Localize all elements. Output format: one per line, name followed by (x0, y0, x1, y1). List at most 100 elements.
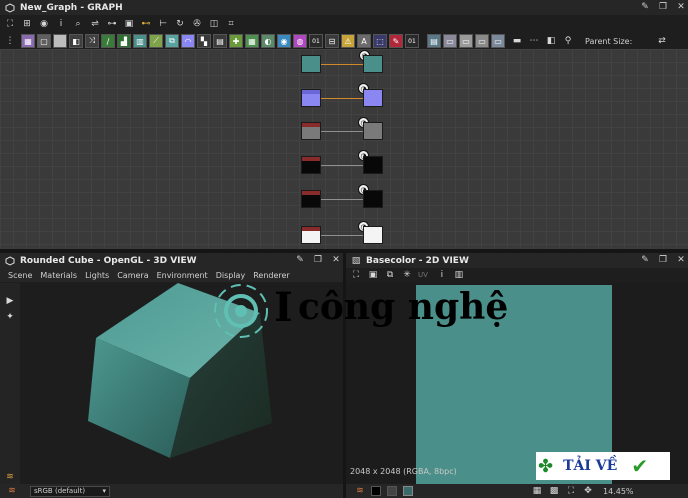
frame-node-icon[interactable]: ⊟ (325, 34, 339, 48)
tiling-icon[interactable]: ✳ (401, 269, 413, 281)
view2d-title-bar: ▧ Basecolor - 2D VIEW ✎ ❐ ✕ (346, 253, 688, 268)
pixel-node-icon[interactable]: ▦ (245, 34, 259, 48)
transform-node-icon[interactable]: ◠ (181, 34, 195, 48)
pin-tool-icon[interactable]: ⚲ (562, 35, 574, 47)
close-icon[interactable]: ✕ (676, 253, 686, 268)
preview-node-icon[interactable]: ▤ (427, 34, 441, 48)
hierarchy-icon[interactable]: ⊢ (157, 18, 169, 30)
maximize-icon[interactable]: ❐ (658, 0, 668, 15)
gradient-node-icon[interactable]: ⟋ (149, 34, 163, 48)
color-node-icon[interactable]: ◍ (293, 34, 307, 48)
graph-node-teal-out[interactable] (363, 55, 383, 73)
graph-canvas[interactable]: ◔ ◔ ◔ ◔ ◔ ◔ (0, 49, 688, 249)
paint-node-icon[interactable]: ✎ (389, 34, 403, 48)
video-camera-icon[interactable]: ▶ (4, 295, 16, 307)
graph-node-gray-out[interactable] (363, 122, 383, 140)
normal-node-icon[interactable]: ✚ (229, 34, 243, 48)
menu-display[interactable]: Display (216, 271, 246, 280)
black-swatch[interactable] (371, 486, 381, 496)
close-icon[interactable]: ✕ (331, 253, 341, 268)
pin-icon[interactable]: ✎ (295, 253, 305, 268)
light-bulb-icon[interactable]: ✦ (4, 311, 16, 323)
levels-node-icon[interactable]: ▟ (117, 34, 131, 48)
graph-node-gray-src[interactable] (301, 122, 321, 140)
emboss-node-icon[interactable]: ◐ (261, 34, 275, 48)
graph-node-white-out[interactable] (363, 226, 383, 244)
gray-swatch[interactable] (387, 486, 397, 496)
graph-node-black-src[interactable] (301, 156, 321, 174)
grid-icon[interactable]: ▦ (531, 485, 543, 497)
value-node-icon[interactable]: 01 (309, 34, 323, 48)
frame-icon[interactable]: ⛶ (4, 18, 16, 30)
menu-lights[interactable]: Lights (85, 271, 109, 280)
frame-all-icon[interactable]: ⊞ (21, 18, 33, 30)
menu-renderer[interactable]: Renderer (253, 271, 290, 280)
output-node-icon[interactable]: 01 (405, 34, 419, 48)
graph-node-purple-src[interactable] (301, 89, 321, 107)
hsl-node-icon[interactable]: ▥ (133, 34, 147, 48)
info-icon[interactable]: i (55, 18, 67, 30)
menu-camera[interactable]: Camera (117, 271, 148, 280)
layers-icon[interactable]: ≋ (4, 471, 16, 483)
channels-node-icon[interactable]: ▤ (213, 34, 227, 48)
menu-scene[interactable]: Scene (8, 271, 32, 280)
screenshot-icon[interactable]: ◫ (208, 18, 220, 30)
curve-node-icon[interactable]: ∕ (101, 34, 115, 48)
blur-node-icon[interactable]: ◉ (277, 34, 291, 48)
connect-icon[interactable]: ⊷ (140, 18, 152, 30)
view-mode-icon[interactable] (403, 486, 413, 496)
fxmap-node-icon[interactable]: ▚ (197, 34, 211, 48)
graph-node-icon[interactable]: ▭ (491, 34, 505, 48)
channel-label[interactable]: UV (418, 271, 428, 279)
pin-icon[interactable]: ✎ (640, 253, 650, 268)
uniform-node-icon[interactable] (53, 34, 67, 48)
graph-node-black2-src[interactable] (301, 190, 321, 208)
camera-icon[interactable]: ◉ (38, 18, 50, 30)
fit-view-icon[interactable]: ⛶ (565, 485, 577, 497)
graph-node-purple-out[interactable] (363, 89, 383, 107)
svg-node-icon[interactable]: ▭ (475, 34, 489, 48)
bitmap-node-icon[interactable]: ▭ (459, 34, 473, 48)
pixel-grid-icon[interactable]: ▩ (548, 485, 560, 497)
graph-toolbar-1: ⛶ ⊞ ◉ i ⌕ ⇌ ⊶ ▣ ⊷ ⊢ ↻ ✇ ◫ ⌗ (4, 16, 242, 31)
search-icon[interactable]: ⌕ (72, 18, 84, 30)
selection-node-icon[interactable]: ⬚ (373, 34, 387, 48)
histogram-icon[interactable]: ▥ (453, 269, 465, 281)
fit-icon[interactable]: ⛶ (350, 269, 362, 281)
menu-materials[interactable]: Materials (40, 271, 77, 280)
shuffle-node-icon[interactable]: ⤨ (85, 34, 99, 48)
copy-icon[interactable]: ⧉ (384, 269, 396, 281)
close-icon[interactable]: ✕ (676, 0, 686, 15)
info-icon[interactable]: i (436, 269, 448, 281)
colorspace-select[interactable]: sRGB (default) ▾ (30, 486, 110, 497)
maximize-icon[interactable]: ❐ (658, 253, 668, 268)
pin-icon[interactable]: ✎ (640, 0, 650, 15)
chain-icon[interactable]: ⇄ (656, 35, 668, 47)
atomic-node-icon[interactable]: ▦ (21, 34, 35, 48)
pan-icon[interactable]: ✥ (582, 485, 594, 497)
save-icon[interactable]: ▣ (367, 269, 379, 281)
graph-wire (321, 165, 363, 166)
refresh-icon[interactable]: ↻ (174, 18, 186, 30)
image-node-icon[interactable]: ▢ (37, 34, 51, 48)
link-icon[interactable]: ⇌ (89, 18, 101, 30)
warp-node-icon[interactable]: ⧉ (165, 34, 179, 48)
graph-node-black-out[interactable] (363, 156, 383, 174)
dots-icon[interactable]: ⋯ (528, 35, 540, 47)
frame-tool-icon[interactable]: ◧ (545, 35, 557, 47)
crop-icon[interactable]: ⌗ (225, 18, 237, 30)
warning-node-icon[interactable]: ⚠ (341, 34, 355, 48)
tools-icon[interactable]: ✇ (191, 18, 203, 30)
graph-node-white-src[interactable] (301, 226, 321, 244)
blend-node-icon[interactable]: ◧ (69, 34, 83, 48)
comment-icon[interactable]: ▬ (511, 35, 523, 47)
input-node-icon[interactable]: ▭ (443, 34, 457, 48)
graph-node-black2-out[interactable] (363, 190, 383, 208)
tree-icon[interactable]: ⊶ (106, 18, 118, 30)
maximize-icon[interactable]: ❐ (313, 253, 323, 268)
text-node-icon[interactable]: A (357, 34, 371, 48)
graph-node-teal-src[interactable] (301, 55, 321, 73)
layers-stack-icon[interactable]: ≋ (354, 485, 366, 497)
menu-environment[interactable]: Environment (157, 271, 208, 280)
save-icon[interactable]: ▣ (123, 18, 135, 30)
